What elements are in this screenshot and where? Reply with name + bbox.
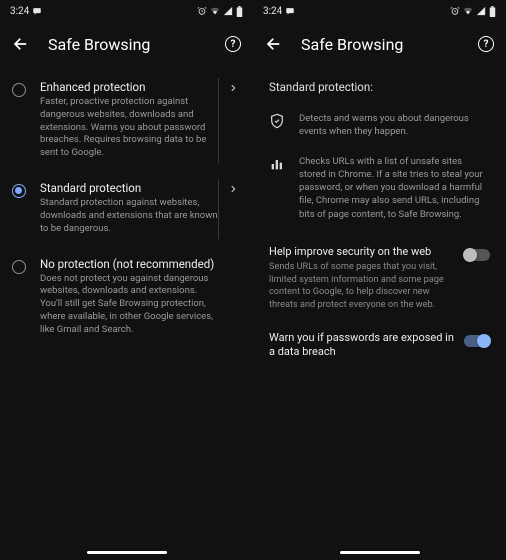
help-icon[interactable]: ? xyxy=(225,36,241,52)
alarm-icon xyxy=(197,6,207,16)
status-time: 3:24 xyxy=(263,6,282,17)
setting-improve-desc: Sends URLs of some pages that you visit,… xyxy=(269,261,454,311)
options-list: Enhanced protection Faster, proactive pr… xyxy=(0,66,253,544)
standard-detail: Standard protection: Detects and warns y… xyxy=(253,66,506,544)
option-enhanced[interactable]: Enhanced protection Faster, proactive pr… xyxy=(12,70,241,171)
info-detects: Detects and warns you about dangerous ev… xyxy=(265,106,494,149)
help-icon[interactable]: ? xyxy=(478,36,494,52)
app-bar: Safe Browsing ? xyxy=(0,22,253,66)
section-heading: Standard protection: xyxy=(265,70,494,106)
alarm-icon xyxy=(450,6,460,16)
chevron-right-icon[interactable] xyxy=(225,184,241,194)
option-standard-title: Standard protection xyxy=(40,181,219,195)
battery-icon xyxy=(489,6,496,17)
screen-right: 3:24 Safe Browsing ? Standard protection… xyxy=(253,0,506,560)
back-icon[interactable] xyxy=(265,35,283,53)
setting-password-breach[interactable]: Warn you if passwords are exposed in a d… xyxy=(265,317,494,368)
signal-icon xyxy=(223,6,233,16)
option-standard-desc: Standard protection against websites, do… xyxy=(40,197,219,235)
radio-enhanced[interactable] xyxy=(12,83,26,97)
option-none[interactable]: No protection (not recommended) Does not… xyxy=(12,247,241,348)
wifi-bar-icon xyxy=(210,6,220,16)
radio-none[interactable] xyxy=(12,260,26,274)
app-bar: Safe Browsing ? xyxy=(253,22,506,66)
info-detects-text: Detects and warns you about dangerous ev… xyxy=(299,112,490,139)
radio-standard[interactable] xyxy=(12,184,26,198)
nav-bar xyxy=(253,544,506,560)
toggle-password-breach[interactable] xyxy=(464,335,490,347)
nav-bar xyxy=(0,544,253,560)
info-checks: Checks URLs with a list of unsafe sites … xyxy=(265,149,494,231)
status-bar: 3:24 xyxy=(253,0,506,22)
back-icon[interactable] xyxy=(12,35,30,53)
bar-chart-icon xyxy=(269,156,285,176)
page-title: Safe Browsing xyxy=(301,35,460,54)
option-enhanced-desc: Faster, proactive protection against dan… xyxy=(40,96,219,160)
page-title: Safe Browsing xyxy=(48,35,207,54)
setting-breach-title: Warn you if passwords are exposed in a d… xyxy=(269,331,454,360)
signal-icon xyxy=(476,6,486,16)
shield-icon xyxy=(269,113,285,133)
status-bar: 3:24 xyxy=(0,0,253,22)
info-checks-text: Checks URLs with a list of unsafe sites … xyxy=(299,155,490,221)
setting-improve-title: Help improve security on the web xyxy=(269,245,454,259)
message-icon xyxy=(32,6,42,16)
setting-improve-security[interactable]: Help improve security on the web Sends U… xyxy=(265,231,494,317)
option-none-title: No protection (not recommended) xyxy=(40,257,219,271)
option-none-desc: Does not protect you against dangerous w… xyxy=(40,273,219,337)
toggle-improve-security[interactable] xyxy=(464,249,490,261)
battery-icon xyxy=(236,6,243,17)
home-pill[interactable] xyxy=(87,551,167,554)
status-time: 3:24 xyxy=(10,6,29,17)
message-icon xyxy=(285,6,295,16)
option-standard[interactable]: Standard protection Standard protection … xyxy=(12,171,241,246)
chevron-right-icon[interactable] xyxy=(225,83,241,93)
option-enhanced-title: Enhanced protection xyxy=(40,80,219,94)
screen-left: 3:24 Safe Browsing ? Enhanced protection… xyxy=(0,0,253,560)
wifi-bar-icon xyxy=(463,6,473,16)
home-pill[interactable] xyxy=(340,551,420,554)
